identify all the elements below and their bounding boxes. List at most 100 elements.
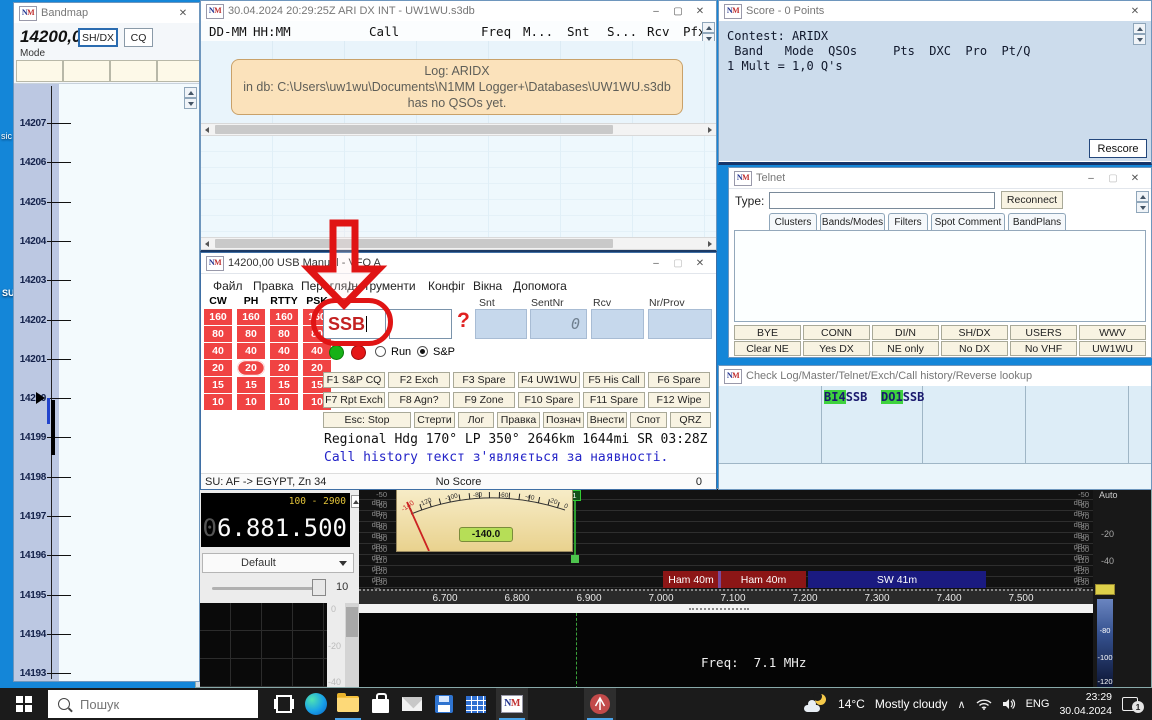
start-button[interactable] [0, 688, 48, 720]
close-icon[interactable]: ✕ [689, 4, 711, 19]
search-input[interactable] [78, 696, 222, 713]
band-button[interactable]: 40 [270, 343, 298, 359]
tab-spot-comment[interactable]: Spot Comment [931, 213, 1005, 230]
f12-button[interactable]: F12 Wipe [648, 392, 710, 408]
check-callsign[interactable]: DO1SSB [881, 390, 924, 404]
notification-center-icon[interactable]: 1 [1122, 695, 1144, 713]
left-panel-scrollbar[interactable] [345, 603, 359, 688]
preset-dropdown[interactable]: Default [202, 553, 354, 573]
band-button[interactable]: 80 [237, 326, 265, 342]
band-button[interactable]: 15 [237, 377, 265, 393]
minimize-icon[interactable]: – [645, 4, 667, 19]
band-button[interactable]: 10 [204, 394, 232, 410]
no-dx-button[interactable]: No DX [941, 341, 1008, 356]
gain-slider-track[interactable] [212, 587, 314, 590]
mark-button[interactable]: Познач [543, 412, 584, 428]
scrollbar-thumb[interactable] [346, 607, 358, 637]
tab-bandplans[interactable]: BandPlans [1008, 213, 1066, 230]
edit-button[interactable]: Правка [497, 412, 540, 428]
telnet-command-input[interactable] [769, 192, 995, 209]
reconnect-button[interactable]: Reconnect [1001, 191, 1063, 209]
waterfall-display[interactable]: Freq: 7.1 MHz [359, 613, 1093, 688]
f1-button[interactable]: F1 S&P CQ [323, 372, 385, 388]
band-button-selected[interactable]: 20 [237, 360, 265, 376]
menu-help[interactable]: Допомога [513, 279, 567, 293]
band-button[interactable]: 20 [270, 360, 298, 376]
din-button[interactable]: DI/N [872, 325, 939, 340]
bandmap-titlebar[interactable]: NM Bandmap ✕ [14, 3, 199, 24]
close-icon[interactable]: ✕ [1124, 4, 1146, 19]
nrprov-field[interactable] [648, 309, 712, 339]
column-header[interactable]: Rcv [647, 24, 670, 39]
telnet-spinner[interactable] [1136, 191, 1149, 213]
exchange-input[interactable] [389, 309, 452, 339]
cq-button[interactable]: CQ [124, 28, 153, 47]
n1mm-taskbar-icon[interactable]: NM [496, 688, 528, 720]
log-button[interactable]: Лог [458, 412, 494, 428]
band-button[interactable]: 160 [270, 309, 298, 325]
spot-button[interactable]: Спот [630, 412, 667, 428]
band-button[interactable]: 10 [270, 394, 298, 410]
store-icon[interactable] [364, 688, 396, 720]
spreadsheet-icon[interactable] [460, 688, 492, 720]
sdr-taskbar-icon[interactable] [584, 688, 616, 720]
uw1wu-button[interactable]: UW1WU [1079, 341, 1146, 356]
tab-filters[interactable]: Filters [888, 213, 928, 230]
column-header[interactable]: Call [369, 24, 399, 39]
tuning-marker-knob[interactable] [571, 555, 579, 563]
no-vhf-button[interactable]: No VHF [1010, 341, 1077, 356]
speaker-icon[interactable] [1002, 698, 1016, 710]
minimize-icon[interactable]: – [645, 256, 667, 271]
f6-button[interactable]: F6 Spare [648, 372, 710, 388]
wwv-button[interactable]: WWV [1079, 325, 1146, 340]
column-header[interactable]: S... [607, 24, 637, 39]
log-hscrollbar[interactable] [201, 123, 716, 136]
contrast-slider-handle[interactable] [1095, 584, 1115, 595]
clear-ne-button[interactable]: Clear NE [734, 341, 801, 356]
maximize-icon[interactable]: ▢ [667, 4, 689, 19]
wifi-icon[interactable] [976, 698, 992, 710]
rcv-field[interactable] [591, 309, 644, 339]
spectrum-waterfall-splitter[interactable] [359, 604, 1093, 613]
sp-radio-selected[interactable] [417, 346, 428, 357]
mail-icon[interactable] [396, 688, 428, 720]
band-button[interactable]: 10 [237, 394, 265, 410]
column-header[interactable]: Freq [481, 24, 511, 39]
telnet-titlebar[interactable]: NM Telnet – ▢ ✕ [729, 168, 1151, 189]
rescore-button[interactable]: Rescore [1089, 139, 1147, 158]
column-header[interactable]: M... [523, 24, 553, 39]
qrz-button[interactable]: QRZ [670, 412, 711, 428]
band-button[interactable]: 80 [204, 326, 232, 342]
temperature-label[interactable]: 14°C [838, 697, 865, 711]
clock[interactable]: 23:29 30.04.2024 [1059, 690, 1112, 718]
weather-label[interactable]: Mostly cloudy [875, 697, 948, 711]
f5-button[interactable]: F5 His Call [583, 372, 645, 388]
maximize-icon[interactable]: ▢ [667, 256, 689, 271]
band-button[interactable]: 15 [204, 377, 232, 393]
entry-titlebar[interactable]: NM 14200,00 USB Manual - VFO A – ▢ ✕ [201, 253, 716, 274]
task-view-icon[interactable] [268, 688, 300, 720]
column-header[interactable]: Snt [567, 24, 590, 39]
band-button[interactable]: 160 [204, 309, 232, 325]
search-box[interactable] [48, 690, 258, 718]
close-icon[interactable]: ✕ [1124, 171, 1146, 186]
maximize-icon[interactable]: ▢ [1102, 171, 1124, 186]
splitter-grip[interactable] [689, 608, 749, 610]
f10-button[interactable]: F10 Spare [518, 392, 580, 408]
f3-button[interactable]: F3 Spare [453, 372, 515, 388]
menu-file[interactable]: Файл [213, 279, 243, 293]
telnet-output-pane[interactable] [734, 230, 1146, 322]
ne-only-button[interactable]: NE only [872, 341, 939, 356]
gain-slider-handle[interactable] [312, 579, 326, 596]
sentnr-field[interactable]: 0 [530, 309, 587, 339]
check-callsign[interactable]: BI4SSB [824, 390, 867, 404]
band-button[interactable]: 80 [270, 326, 298, 342]
snt-field[interactable] [475, 309, 527, 339]
file-explorer-icon[interactable] [332, 688, 364, 720]
f9-button[interactable]: F9 Zone [453, 392, 515, 408]
weather-icon[interactable] [804, 694, 828, 714]
close-icon[interactable]: ✕ [689, 256, 711, 271]
yes-dx-button[interactable]: Yes DX [803, 341, 870, 356]
run-radio[interactable] [375, 346, 386, 357]
tray-chevron-icon[interactable]: ∧ [958, 698, 966, 711]
